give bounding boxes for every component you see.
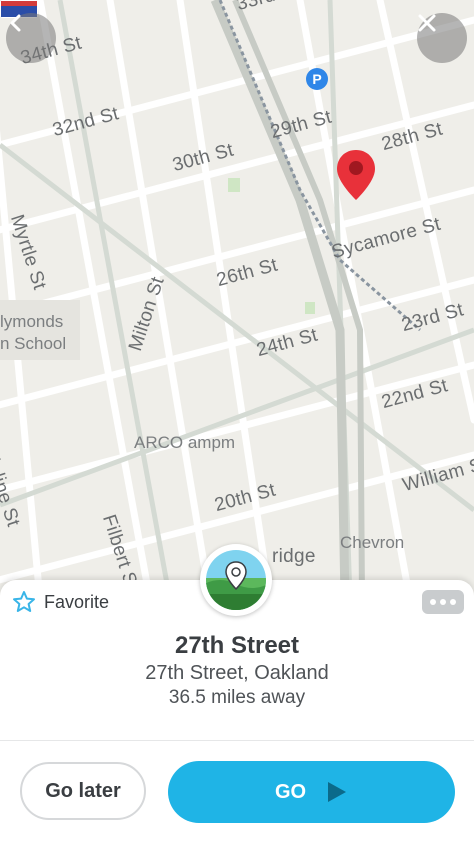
dot-icon <box>440 599 446 605</box>
go-later-button[interactable]: Go later <box>20 762 146 820</box>
destination-address: 27th Street, Oakland <box>145 662 329 684</box>
go-label: GO <box>274 780 307 803</box>
go-button[interactable]: GO <box>168 761 455 823</box>
close-icon <box>418 14 436 32</box>
close-button[interactable] <box>417 13 467 63</box>
divider <box>0 740 474 741</box>
destination-distance: 36.5 miles away <box>168 687 306 708</box>
place-label: Chevron <box>340 533 405 552</box>
destination-card: Favorite 27th Street 27th Street, Oaklan… <box>0 544 474 843</box>
place-label: ARCO ampm <box>134 433 236 452</box>
dot-icon <box>450 599 456 605</box>
favorite-button[interactable]: Favorite <box>12 590 109 614</box>
map-view[interactable]: 34th St 33rd 32nd St 30th St 29th St 28t… <box>0 0 474 600</box>
more-options-button[interactable] <box>422 590 464 614</box>
street-label: ridge <box>272 546 316 567</box>
dot-icon <box>430 599 436 605</box>
destination-title: 27th Street <box>174 632 300 659</box>
favorite-label: Favorite <box>44 591 110 612</box>
star-icon <box>13 591 35 612</box>
destination-thumbnail <box>200 544 272 616</box>
chevron-left-icon <box>10 14 21 32</box>
play-arrow-icon <box>328 782 347 802</box>
parking-icon[interactable]: P <box>306 68 328 90</box>
place-label: lymonds <box>0 312 64 331</box>
place-label: n School <box>0 334 67 353</box>
back-button[interactable] <box>6 13 56 63</box>
destination-landscape-icon <box>206 550 266 610</box>
